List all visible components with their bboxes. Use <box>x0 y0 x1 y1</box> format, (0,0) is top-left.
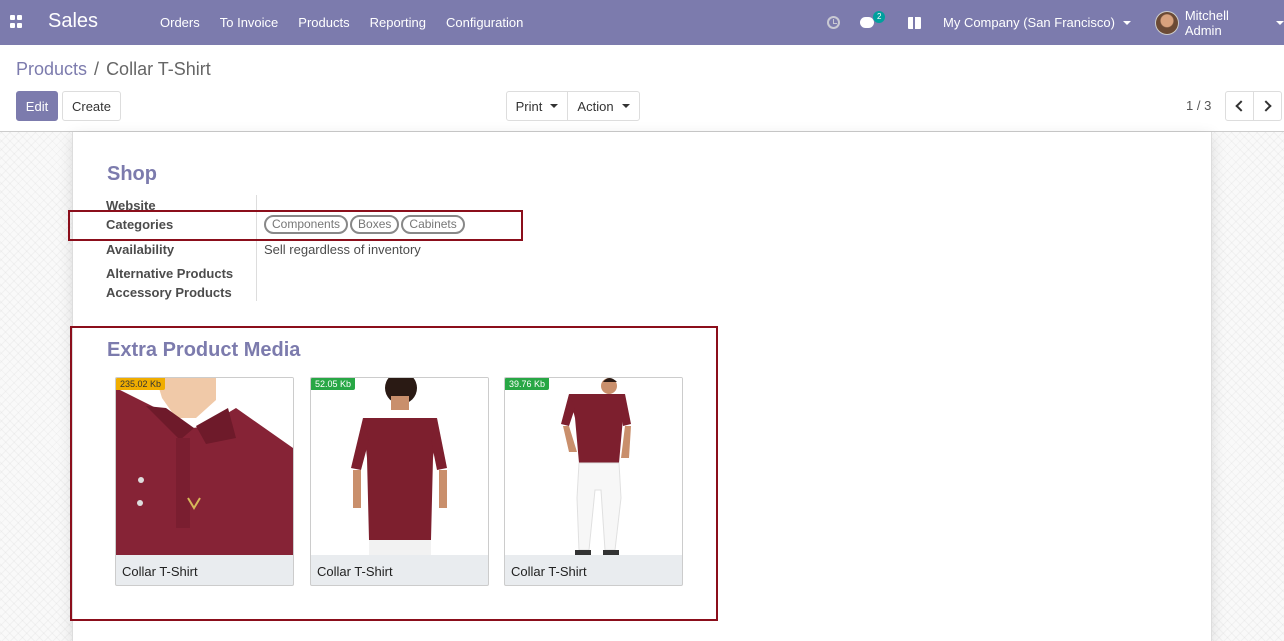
alternative-products-label: Alternative Products <box>106 266 234 281</box>
availability-value: Sell regardless of inventory <box>264 242 421 257</box>
breadcrumb-current: Collar T-Shirt <box>106 59 211 79</box>
chevron-right-icon <box>1260 100 1272 112</box>
create-button[interactable]: Create <box>62 91 121 121</box>
caret-down-icon <box>1122 20 1131 25</box>
top-navbar: Sales Orders To Invoice Products Reporti… <box>0 0 1284 45</box>
clock-icon <box>827 16 840 29</box>
chat-count-badge: 2 <box>873 11 886 23</box>
edit-button[interactable]: Edit <box>16 91 58 121</box>
app-name[interactable]: Sales <box>48 10 98 33</box>
menu-to-invoice[interactable]: To Invoice <box>220 15 279 30</box>
accessory-products-label: Accessory Products <box>106 285 232 300</box>
user-name: Mitchell Admin <box>1184 7 1229 38</box>
chat-icon <box>860 17 874 28</box>
menu-orders[interactable]: Orders <box>160 15 200 30</box>
caret-down-icon <box>550 104 559 108</box>
company-switcher[interactable]: My Company (San Francisco) <box>943 0 1131 45</box>
pager-previous-button[interactable] <box>1225 91 1254 121</box>
pager-value[interactable]: 1 / 3 <box>1186 98 1211 113</box>
extra-media-highlight-box <box>70 326 718 621</box>
chevron-left-icon <box>1235 100 1247 112</box>
main-menu: Orders To Invoice Products Reporting Con… <box>160 0 543 45</box>
menu-configuration[interactable]: Configuration <box>446 15 523 30</box>
gift-button[interactable] <box>908 0 921 45</box>
form-sheet: Shop Website Categories Components Boxes… <box>68 132 1212 641</box>
pager-next-button[interactable] <box>1253 91 1282 121</box>
user-menu[interactable]: Mitchell Admin <box>1155 0 1284 45</box>
print-label: Print <box>515 98 543 114</box>
activities-button[interactable] <box>827 0 840 45</box>
breadcrumb-separator: / <box>94 59 100 79</box>
action-label: Action <box>577 98 614 114</box>
print-button[interactable]: Print <box>506 91 568 121</box>
menu-products[interactable]: Products <box>298 15 349 30</box>
caret-down-icon <box>1276 20 1284 25</box>
form-background: Shop Website Categories Components Boxes… <box>0 131 1284 641</box>
categories-highlight-box <box>68 210 523 241</box>
availability-label: Availability <box>106 242 175 257</box>
shop-section-title: Shop <box>107 163 157 185</box>
caret-down-icon <box>621 104 630 108</box>
breadcrumb-products[interactable]: Products <box>16 59 87 79</box>
apps-menu-icon[interactable] <box>10 15 23 28</box>
action-button[interactable]: Action <box>567 91 640 121</box>
breadcrumb: Products / Collar T-Shirt <box>16 59 211 80</box>
menu-reporting[interactable]: Reporting <box>370 15 426 30</box>
company-name: My Company (San Francisco) <box>943 15 1115 30</box>
gift-icon <box>908 16 921 29</box>
avatar <box>1155 10 1179 35</box>
messages-button[interactable]: 2 <box>860 0 886 45</box>
